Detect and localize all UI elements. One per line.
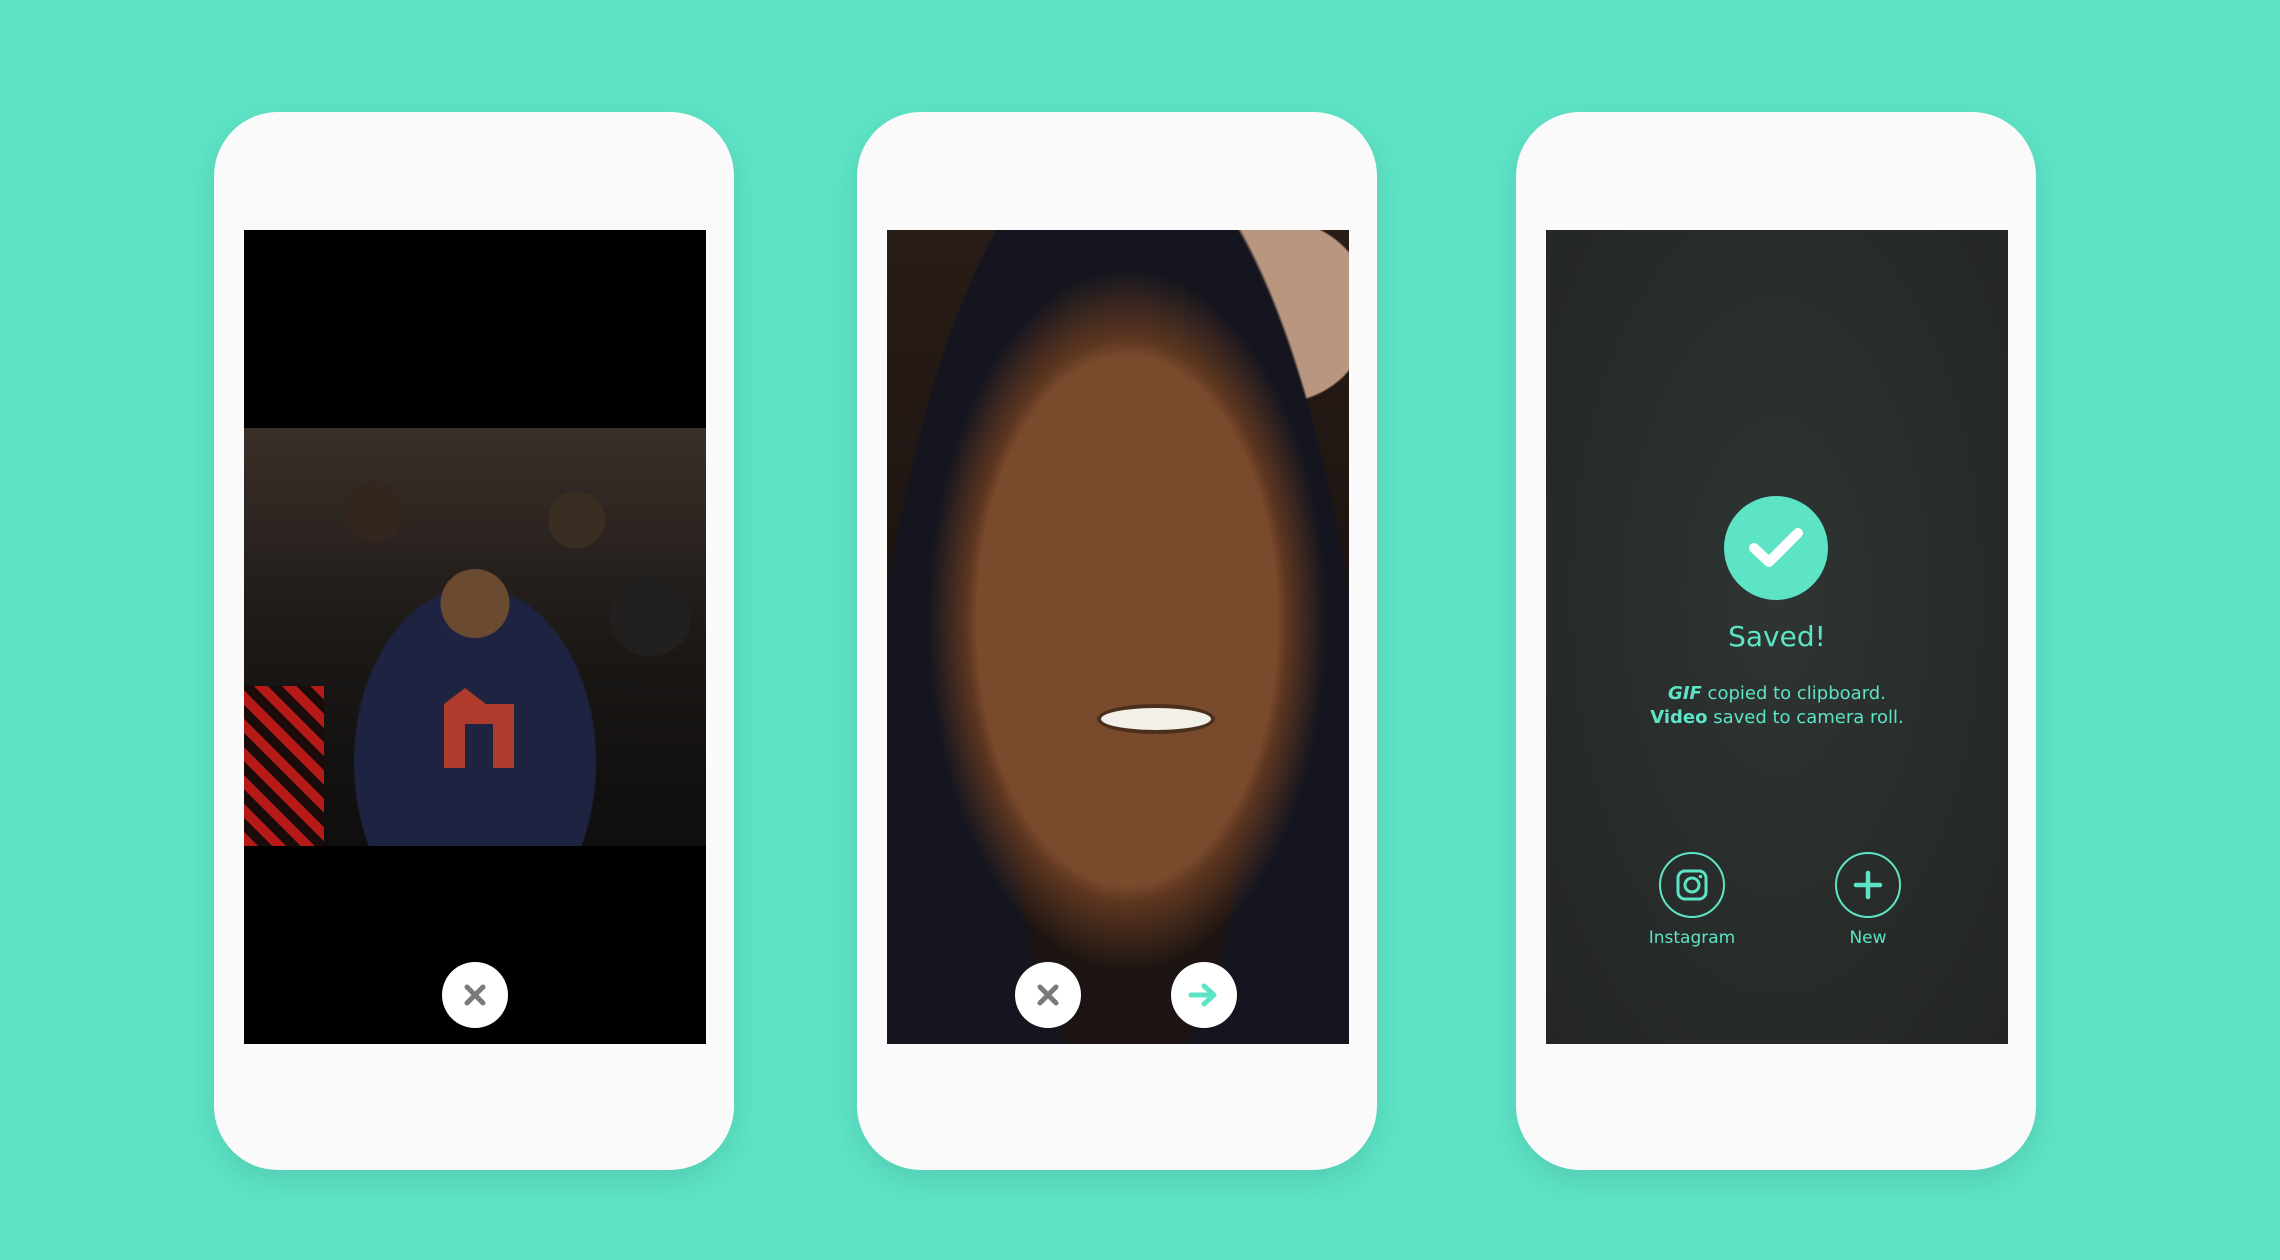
arrow-right-icon [1188, 983, 1217, 1007]
new-button-ring[interactable] [1835, 852, 1901, 918]
phone-frame-3: Saved! GIF copied to clipboard. Video sa… [1516, 112, 2036, 1170]
video-saved-message: Video saved to camera roll. [1546, 706, 2008, 730]
instagram-icon [1676, 869, 1708, 901]
next-button[interactable] [1171, 962, 1237, 1028]
gif-copied-text: copied to clipboard. [1701, 683, 1886, 704]
video-saved-text: saved to camera roll. [1707, 707, 1904, 728]
photo [887, 230, 1349, 1044]
new-button[interactable]: New [1808, 852, 1928, 948]
success-badge [1724, 496, 1828, 600]
gif-label: GIF [1668, 683, 1702, 704]
instagram-button-ring[interactable] [1659, 852, 1725, 918]
saved-title: Saved! [1728, 620, 1826, 653]
video-label: Video [1650, 707, 1708, 728]
saved-screen: Saved! GIF copied to clipboard. Video sa… [1546, 230, 2008, 1044]
new-label: New [1849, 928, 1887, 948]
instagram-button[interactable]: Instagram [1632, 852, 1752, 948]
checkmark-icon [1749, 528, 1803, 567]
phone-frame-1 [214, 112, 734, 1170]
plus-icon [1853, 870, 1883, 900]
gif-copied-message: GIF copied to clipboard. [1546, 682, 2008, 706]
photo [244, 428, 706, 846]
close-button[interactable] [442, 962, 508, 1028]
close-button[interactable] [1015, 962, 1081, 1028]
gif-preview-screen-2 [887, 230, 1349, 1044]
phone-frame-2 [857, 112, 1377, 1170]
close-icon [464, 984, 486, 1006]
gif-preview-screen-1 [244, 230, 706, 1044]
close-icon [1037, 984, 1059, 1006]
instagram-label: Instagram [1648, 928, 1736, 948]
